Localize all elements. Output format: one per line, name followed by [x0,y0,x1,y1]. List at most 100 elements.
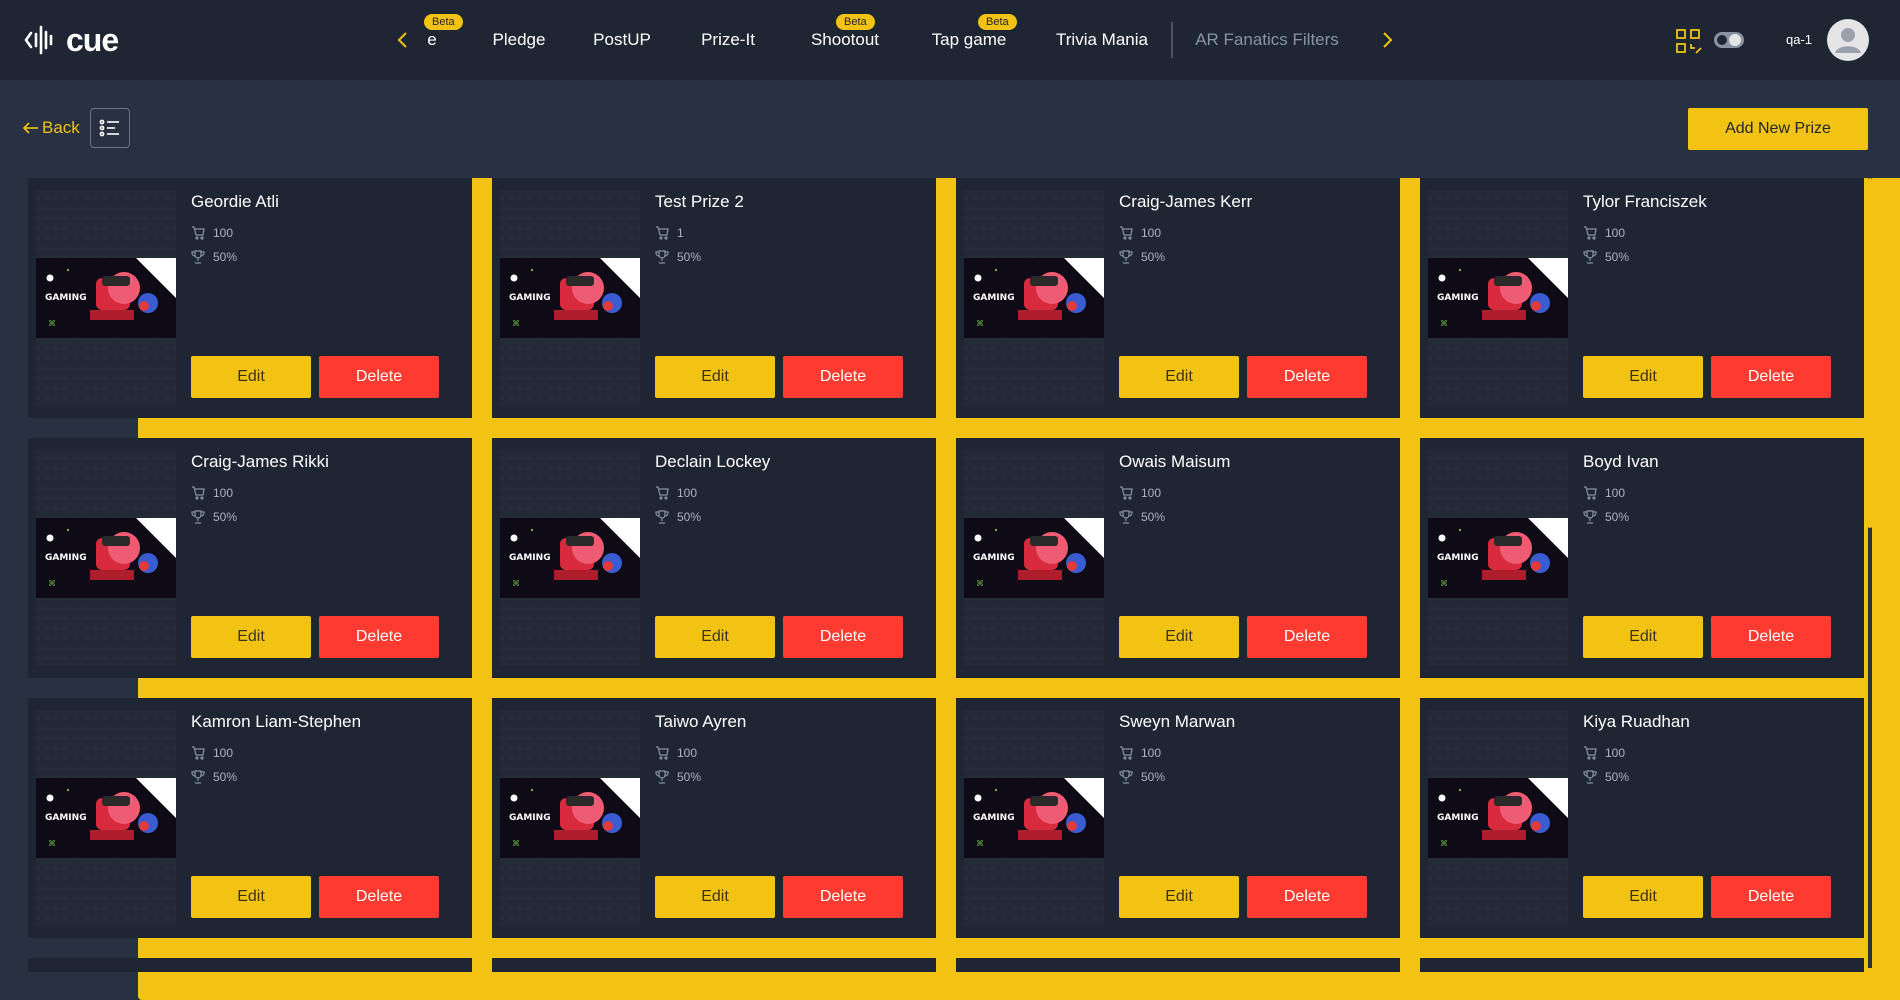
delete-button[interactable]: Delete [319,876,439,918]
nav-scroll-right-button[interactable] [1376,24,1400,56]
prize-name: Test Prize 2 [655,192,744,211]
prize-quantity: 1 [655,226,684,240]
prize-card-4: GAMING ⌘ Craig-James Rikki 100 50% Edit … [28,438,472,678]
delete-button[interactable]: Delete [1711,876,1831,918]
percent-value: 50% [1141,250,1166,264]
delete-button[interactable]: Delete [783,876,903,918]
prize-win-rate: 50% [1119,250,1165,264]
prize-image: GAMING ⌘ [964,258,1104,338]
prize-name: Declain Lockey [655,452,771,471]
scrollbar-thumb[interactable] [1868,178,1872,528]
delete-button[interactable]: Delete [1247,616,1367,658]
gaming-artwork: GAMING ⌘ [36,778,176,858]
prize-name: Sweyn Marwan [1119,712,1236,731]
qr-code-icon[interactable] [1676,29,1702,55]
prize-thumbnail: GAMING ⌘ [500,190,640,406]
prize-thumbnail: GAMING ⌘ [36,710,176,926]
list-view-button[interactable] [90,108,130,148]
delete-button[interactable]: Delete [1247,876,1367,918]
prize-thumbnail: GAMING ⌘ [36,450,176,666]
cart-icon [1584,486,1597,500]
prize-quantity: 100 [191,226,233,240]
prize-quantity: 100 [655,746,697,760]
delete-button[interactable]: Delete [319,356,439,398]
percent-value: 50% [1605,770,1630,784]
quantity-value: 1 [677,226,684,240]
nav-scroll-left-button[interactable] [390,24,414,56]
prize-quantity: 100 [655,486,697,500]
edit-button[interactable]: Edit [655,876,775,918]
edit-button[interactable]: Edit [1583,356,1703,398]
edit-button[interactable]: Edit [1119,616,1239,658]
prize-name: Craig-James Rikki [191,452,329,471]
add-new-prize-button[interactable]: Add New Prize [1688,108,1868,150]
percent-value: 50% [677,770,702,784]
delete-button[interactable]: Delete [319,616,439,658]
thumb-glyph: ⌘ [512,839,520,848]
prize-thumbnail: GAMING ⌘ [36,190,176,406]
prize-win-rate: 50% [1583,510,1629,524]
user-avatar[interactable] [1827,19,1869,61]
delete-button[interactable]: Delete [1711,356,1831,398]
prize-name: Tylor Franciszek [1583,192,1707,211]
prize-name: Kamron Liam-Stephen [191,712,362,731]
theme-toggle-icon[interactable] [1713,31,1745,49]
prize-card-partial [956,958,1400,972]
prize-card-3: GAMING ⌘ Tylor Franciszek 100 50% Edit D… [1420,178,1864,418]
gaming-artwork: GAMING ⌘ [36,258,176,338]
back-button[interactable]: Back [22,118,80,138]
thumb-glyph: ⌘ [976,579,984,588]
percent-value: 50% [213,250,238,264]
percent-value: 50% [1605,510,1630,524]
cue-logo[interactable]: cue [24,22,119,58]
prize-name: Taiwo Ayren [655,712,747,731]
delete-button[interactable]: Delete [1711,616,1831,658]
prize-name: Owais Maisum [1119,452,1231,471]
edit-button[interactable]: Edit [1119,876,1239,918]
tab-trivia-mania[interactable]: Trivia Mania [1052,0,1152,80]
prize-image: GAMING ⌘ [1428,518,1568,598]
edit-button[interactable]: Edit [191,616,311,658]
tab-partial[interactable]: Beta e [424,0,463,80]
thumb-text: GAMING [973,813,1015,823]
quantity-value: 100 [1141,486,1162,500]
prize-card-5: GAMING ⌘ Declain Lockey 100 50% Edit Del… [492,438,936,678]
tab-shootout[interactable]: Beta Shootout [802,0,888,80]
delete-button[interactable]: Delete [1247,356,1367,398]
edit-button[interactable]: Edit [1583,876,1703,918]
prize-grid: GAMING ⌘ Geordie Atli 100 50% Edit Delet… [28,178,1864,1000]
prize-quantity: 100 [1583,226,1625,240]
edit-button[interactable]: Edit [1119,356,1239,398]
prize-card-2: GAMING ⌘ Craig-James Kerr 100 50% Edit D… [956,178,1400,418]
gaming-artwork: GAMING ⌘ [964,778,1104,858]
chevron-right-icon [1383,32,1393,48]
trophy-icon [655,510,669,524]
edit-button[interactable]: Edit [191,356,311,398]
prize-card-partial [1420,958,1864,972]
trophy-icon [655,250,669,264]
tab-ar-fanatics-filters[interactable]: AR Fanatics Filters [1192,0,1342,80]
prize-image: GAMING ⌘ [36,778,176,858]
prize-name: Kiya Ruadhan [1583,712,1690,731]
quantity-value: 100 [1141,746,1162,760]
delete-button[interactable]: Delete [783,616,903,658]
prize-card-8: GAMING ⌘ Kamron Liam-Stephen 100 50% Edi… [28,698,472,938]
edit-button[interactable]: Edit [655,616,775,658]
thumb-glyph: ⌘ [48,319,56,328]
edit-button[interactable]: Edit [655,356,775,398]
prize-card-9: GAMING ⌘ Taiwo Ayren 100 50% Edit Delete [492,698,936,938]
cart-icon [1120,486,1133,500]
tab-tap-game[interactable]: Beta Tap game [924,0,1017,80]
delete-button[interactable]: Delete [783,356,903,398]
edit-button[interactable]: Edit [191,876,311,918]
tab-postup[interactable]: PostUP [586,0,658,80]
trophy-icon [1119,250,1133,264]
percent-value: 50% [1141,510,1166,524]
thumb-text: GAMING [973,553,1015,563]
tab-prize-it[interactable]: Prize-It [692,0,764,80]
edit-button[interactable]: Edit [1583,616,1703,658]
trophy-icon [1583,250,1597,264]
tab-pledge[interactable]: Pledge [484,0,554,80]
tab-label: Prize-It [701,30,755,49]
prize-image: GAMING ⌘ [500,778,640,858]
